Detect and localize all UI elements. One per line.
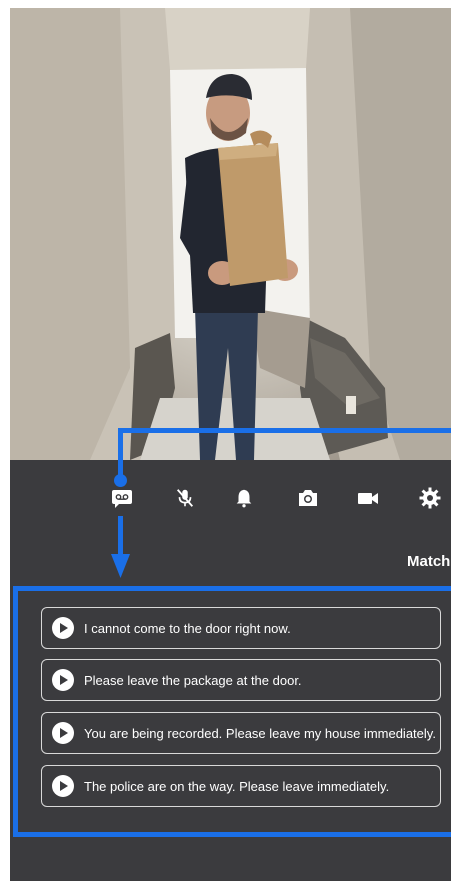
play-icon: [52, 722, 74, 744]
mute-button[interactable]: [167, 480, 203, 516]
quick-reply-item[interactable]: The police are on the way. Please leave …: [41, 765, 441, 807]
annotation-dot: [114, 474, 127, 487]
annotation-line-left: [118, 428, 123, 478]
record-video-button[interactable]: [350, 480, 386, 516]
camera-feed[interactable]: [10, 8, 451, 460]
snapshot-button[interactable]: [290, 480, 326, 516]
quick-reply-item[interactable]: I cannot come to the door right now.: [41, 607, 441, 649]
doorbell-app: Match I cannot come to the door right no…: [10, 8, 451, 881]
settings-icon: [419, 487, 441, 509]
quick-reply-item[interactable]: Please leave the package at the door.: [41, 659, 441, 701]
quick-reply-text: Please leave the package at the door.: [84, 672, 302, 688]
settings-button[interactable]: [412, 480, 448, 516]
annotation-line-top: [118, 428, 451, 433]
control-toolbar: [10, 480, 451, 516]
quick-reply-panel: I cannot come to the door right now. Ple…: [13, 586, 451, 837]
quick-reply-text: I cannot come to the door right now.: [84, 620, 291, 636]
voicemail-icon: [112, 490, 132, 508]
annotation-arrow-head-icon: [111, 554, 130, 578]
camera-icon: [299, 490, 317, 506]
match-label: Match: [407, 553, 451, 570]
camera-feed-scene: [10, 8, 451, 460]
video-icon: [358, 493, 378, 504]
alarm-button[interactable]: [226, 480, 262, 516]
play-icon: [52, 669, 74, 691]
quick-reply-text: The police are on the way. Please leave …: [84, 778, 390, 794]
quick-reply-text: You are being recorded. Please leave my …: [84, 725, 436, 741]
annotation-arrow-shaft: [118, 516, 123, 556]
bell-icon: [236, 489, 252, 508]
play-icon: [52, 617, 74, 639]
play-icon: [52, 775, 74, 797]
quick-reply-item[interactable]: You are being recorded. Please leave my …: [41, 712, 441, 754]
mic-off-icon: [176, 489, 194, 507]
